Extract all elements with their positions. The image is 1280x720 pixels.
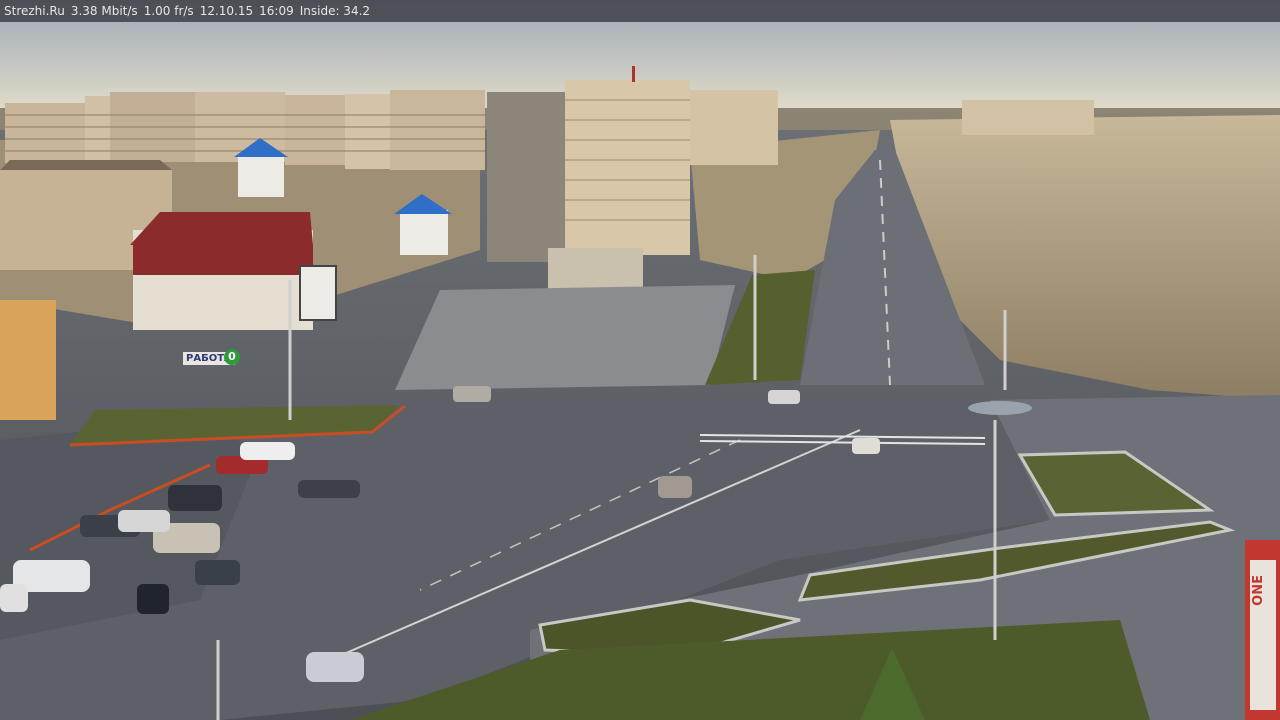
overlay-inside: Inside: 34.2 <box>299 4 371 18</box>
store-sign-text: ONE <box>1251 575 1266 606</box>
red-roof-building-top-storey <box>133 245 313 275</box>
camera-overlay-bar: Strezhi.Ru 3.38 Mbit/s 1.00 fr/s 12.10.15 16… <box>0 0 1280 22</box>
billboard-number: 0 <box>224 349 240 365</box>
antenna <box>632 66 635 82</box>
tower-shadowed <box>487 92 567 262</box>
central-square <box>395 285 735 390</box>
billboard-board <box>299 265 337 321</box>
tower-right <box>690 90 778 165</box>
overlay-bitrate: 3.38 Mbit/s <box>70 4 138 18</box>
overlay-date: 12.10.15 <box>199 4 254 18</box>
tower-main <box>565 80 690 255</box>
blue-tower-center <box>400 210 448 255</box>
orange-building-left <box>0 300 56 420</box>
webcam-frame: Strezhi.Ru 3.38 Mbit/s 1.00 fr/s 12.10.15 16… <box>0 0 1280 720</box>
five-storey-left-roof <box>0 160 172 170</box>
overlay-framerate: 1.00 fr/s <box>143 4 194 18</box>
overlay-site: Strezhi.Ru <box>4 4 65 18</box>
red-roof <box>130 212 313 245</box>
distant-building-right <box>962 100 1094 135</box>
blue-tower-left <box>238 155 284 197</box>
monument-canopy <box>968 401 1032 415</box>
overlay-time: 16:09 <box>259 4 294 18</box>
pavilion <box>548 248 643 293</box>
